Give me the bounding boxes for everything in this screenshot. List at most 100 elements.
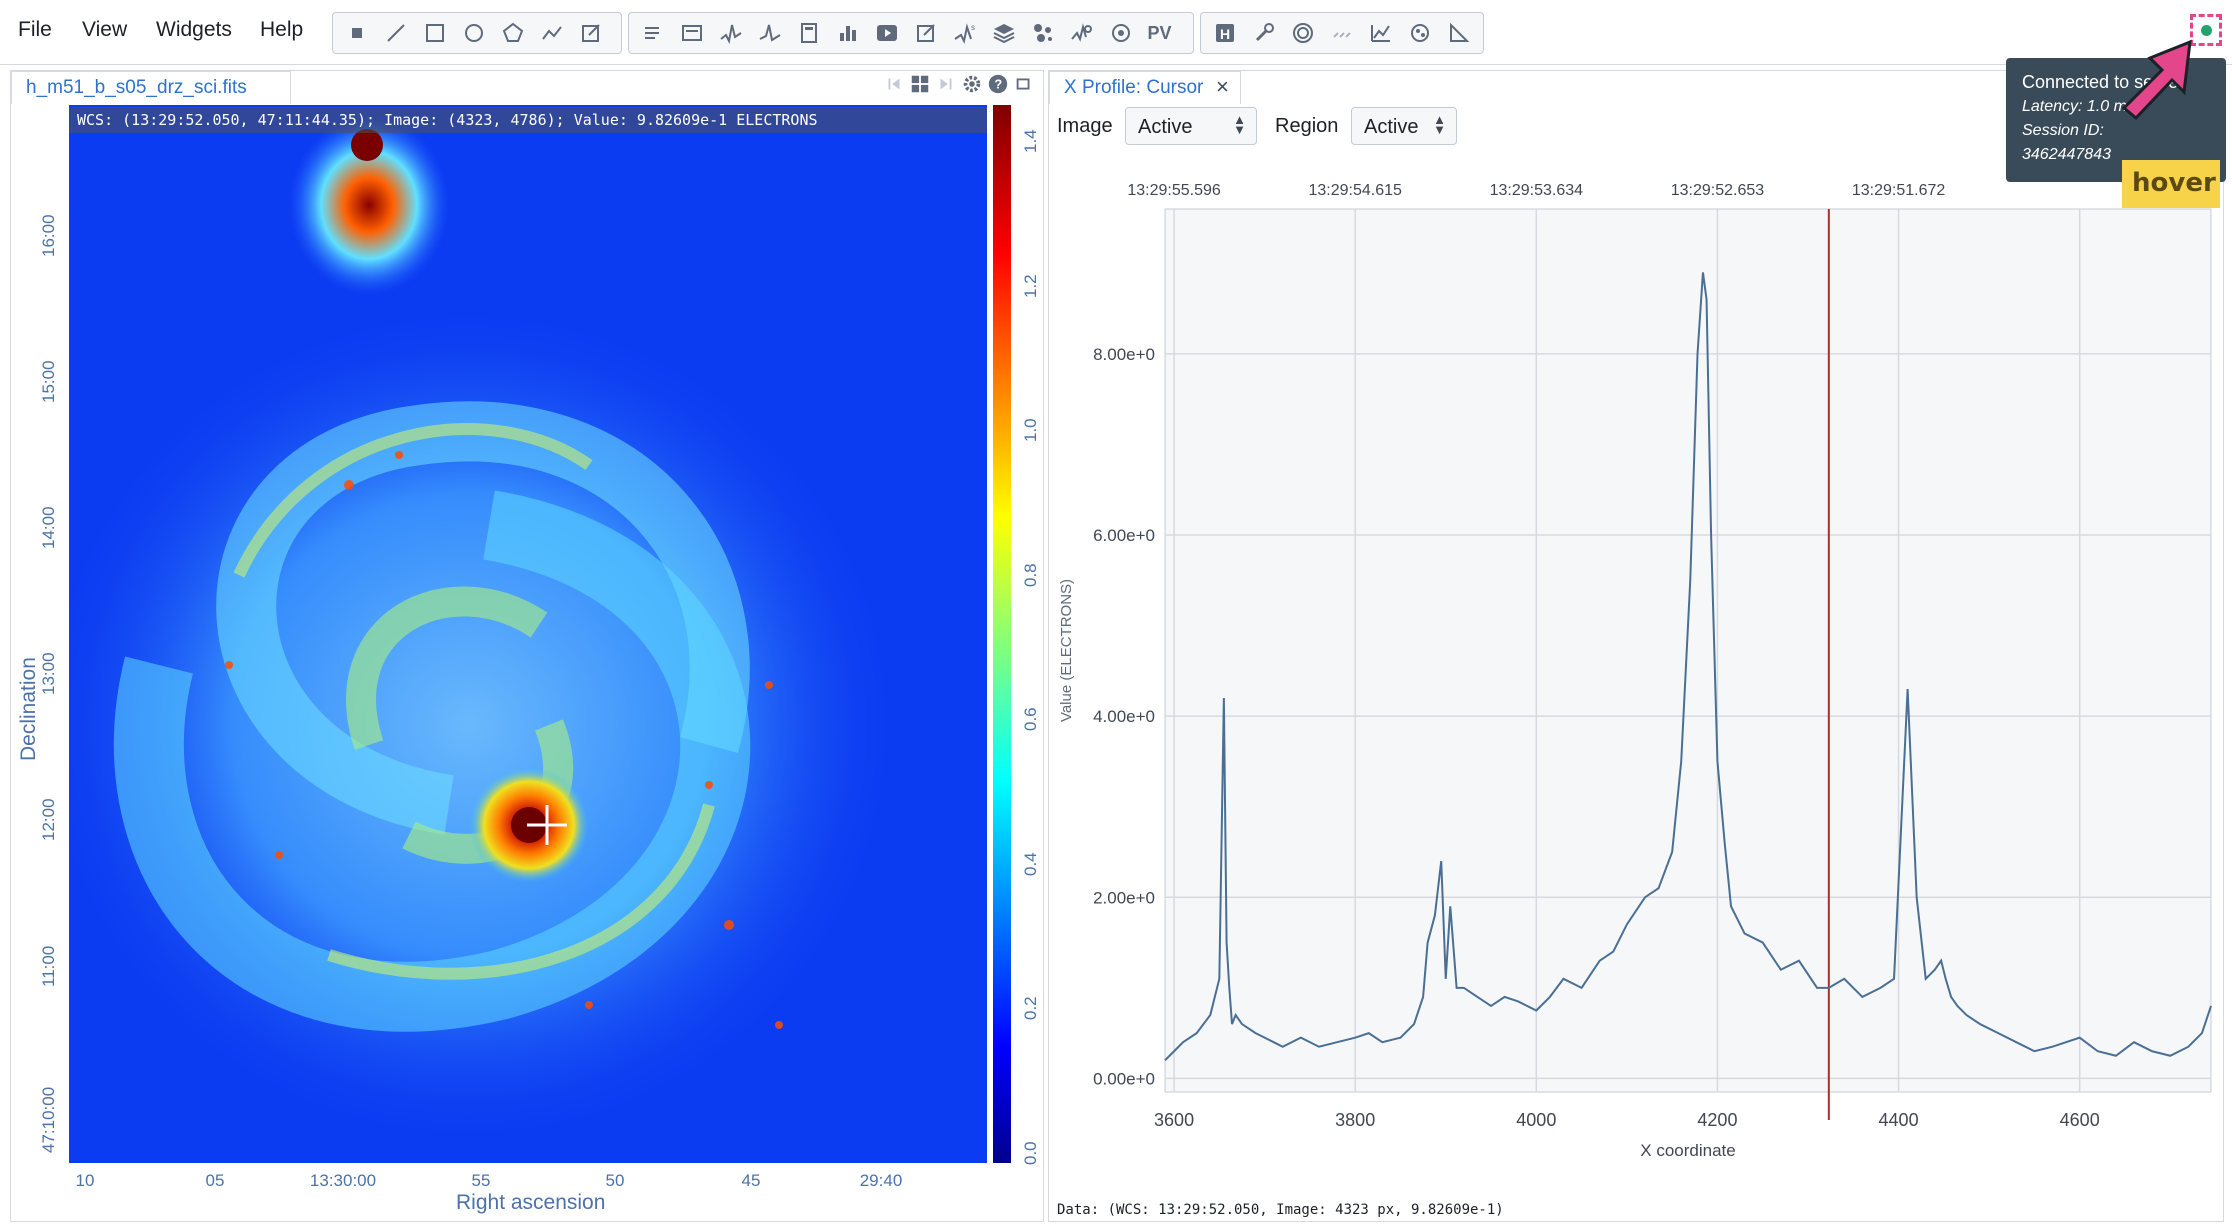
svg-text:H: H (1220, 26, 1230, 42)
x-tick-label: 4200 (1697, 1110, 1737, 1130)
ra-tick-label: 10 (75, 1171, 95, 1190)
ellipse-icon (464, 24, 483, 42)
menu-help[interactable]: Help (260, 18, 303, 42)
stokes-analysis-button[interactable]: s (945, 14, 984, 52)
caret-updown-icon: ▲ ▼ (1233, 112, 1246, 137)
spectral-profile-icon (759, 24, 781, 42)
animator-button[interactable] (867, 14, 906, 52)
moment-generator-button[interactable] (1101, 14, 1140, 52)
line-icon (386, 24, 405, 42)
top-tick-label: 13:29:52.653 (1671, 182, 1765, 199)
region-toolbar (332, 12, 622, 54)
y-axis-label: Value (ELECTRONS) (1058, 579, 1075, 722)
dec-axis-label: Declination (17, 657, 40, 761)
contour-button[interactable] (1283, 14, 1322, 52)
dec-tick-label: 15:00 (39, 360, 58, 403)
ra-tick-label: 55 (471, 1171, 491, 1190)
ra-tick-label: 45 (741, 1171, 761, 1190)
ra-tick-label: 13:30:00 (309, 1171, 377, 1190)
close-icon[interactable]: × (1216, 74, 1229, 100)
pv-generator-button[interactable]: PV (1140, 14, 1179, 52)
catalog-button[interactable] (1023, 14, 1062, 52)
gear-icon[interactable] (961, 73, 983, 95)
region-list-button[interactable] (906, 14, 945, 52)
header-widget-button[interactable] (633, 14, 672, 52)
menu-view[interactable]: View (82, 18, 127, 42)
galaxy-image[interactable] (69, 105, 987, 1163)
first-image-icon[interactable] (883, 73, 905, 95)
dec-tick-label: 13:00 (39, 652, 58, 695)
rectangle-region-button[interactable] (415, 14, 454, 52)
x-axis-label: X coordinate (1640, 1141, 1735, 1160)
fitting-icon (1410, 24, 1429, 42)
distance-measurement-button[interactable] (1439, 14, 1478, 52)
image-select[interactable]: Active ▲ ▼ (1125, 107, 1257, 145)
line-region-button[interactable] (376, 14, 415, 52)
fitting-button[interactable] (1400, 14, 1439, 52)
hdu-header-button[interactable]: H (1205, 14, 1244, 52)
dialog-toolbar: H (1200, 12, 1484, 54)
ra-axis-label: Right ascension (456, 1191, 606, 1214)
colorbar-tick-label: 0.0 (1021, 1141, 1040, 1165)
spectral-matching-button[interactable] (1361, 14, 1400, 52)
polyline-icon (541, 26, 562, 40)
dec-tick-label: 14:00 (39, 506, 58, 549)
svg-text:s: s (971, 23, 975, 32)
vector-icon (1332, 32, 1351, 38)
image-viewer-panel: h_m51_b_s05_drz_sci.fits ? WCS: (13:29:5… (10, 70, 1044, 1222)
dec-tick-label: 47:10:00 (39, 1086, 58, 1153)
file-info-button[interactable] (672, 14, 711, 52)
y-tick-label: 8.00e+0 (1093, 345, 1155, 364)
ellipse-region-button[interactable] (454, 14, 493, 52)
wcs-info-bar: WCS: (13:29:52.050, 47:11:44.35); Image:… (69, 107, 987, 133)
x-profile-plot[interactable]: 3600 3800 4000 4200 4400 4600 0.00e+0 2.00e+0 4.… (1049, 157, 2223, 1197)
statistics-button[interactable] (789, 14, 828, 52)
vector-overlay-button[interactable] (1322, 14, 1361, 52)
preferences-button[interactable] (1244, 14, 1283, 52)
polyline-region-button[interactable] (532, 14, 571, 52)
dec-tick-label: 12:00 (39, 798, 58, 841)
histogram-button[interactable] (828, 14, 867, 52)
status-dot-icon (2201, 25, 2212, 36)
histogram-icon (839, 26, 856, 41)
image-list-button[interactable] (984, 14, 1023, 52)
info-card-icon (681, 25, 702, 41)
maximize-icon[interactable] (1013, 73, 1035, 95)
moment-icon (1111, 24, 1130, 42)
polygon-region-button[interactable] (493, 14, 532, 52)
y-tick-label: 0.00e+0 (1093, 1069, 1155, 1088)
x-tick-label: 3600 (1154, 1110, 1194, 1130)
rectangle-icon (425, 24, 444, 42)
image-controls: ? (883, 73, 1035, 95)
next-image-icon[interactable] (935, 73, 957, 95)
data-footer: Data: (WCS: 13:29:52.050, Image: 4323 px… (1057, 1202, 1504, 1218)
colorbar-tick-label: 1.0 (1021, 418, 1040, 443)
menu-file[interactable]: File (18, 18, 52, 42)
colorbar-tick-label: 0.6 (1021, 707, 1040, 732)
annotation-edit-icon (581, 24, 600, 42)
region-select[interactable]: Active ▲ ▼ (1351, 107, 1457, 145)
catalog-icon (1033, 24, 1052, 42)
pv-label: PV (1147, 22, 1172, 43)
stokes-icon: s (953, 23, 975, 44)
grid-layout-icon[interactable] (909, 73, 931, 95)
header-h-icon: H (1215, 24, 1234, 42)
ruler-triangle-icon (1449, 22, 1469, 42)
y-tick-label: 6.00e+0 (1093, 526, 1155, 545)
spectral-profiler-button[interactable] (750, 14, 789, 52)
colorbar-tick-label: 0.8 (1021, 563, 1040, 587)
y-tick-label: 2.00e+0 (1093, 888, 1155, 907)
contour-icon (1292, 23, 1313, 43)
spectral-line-query-button[interactable] (1062, 14, 1101, 52)
x-profile-tab[interactable]: X Profile: Cursor × (1049, 71, 1241, 104)
annotation-region-button[interactable] (571, 14, 610, 52)
image-select-value: Active (1138, 116, 1193, 138)
spatial-profiler-button[interactable] (711, 14, 750, 52)
caret-updown-icon: ▲ ▼ (1433, 112, 1446, 137)
help-icon[interactable]: ? (987, 73, 1009, 95)
menu-widgets[interactable]: Widgets (156, 18, 232, 42)
image-tab[interactable]: h_m51_b_s05_drz_sci.fits (11, 71, 291, 104)
x-tick-label: 4400 (1879, 1110, 1919, 1130)
point-region-button[interactable] (337, 14, 376, 52)
tooltip-session-id: 3462447843 (2022, 146, 2111, 163)
